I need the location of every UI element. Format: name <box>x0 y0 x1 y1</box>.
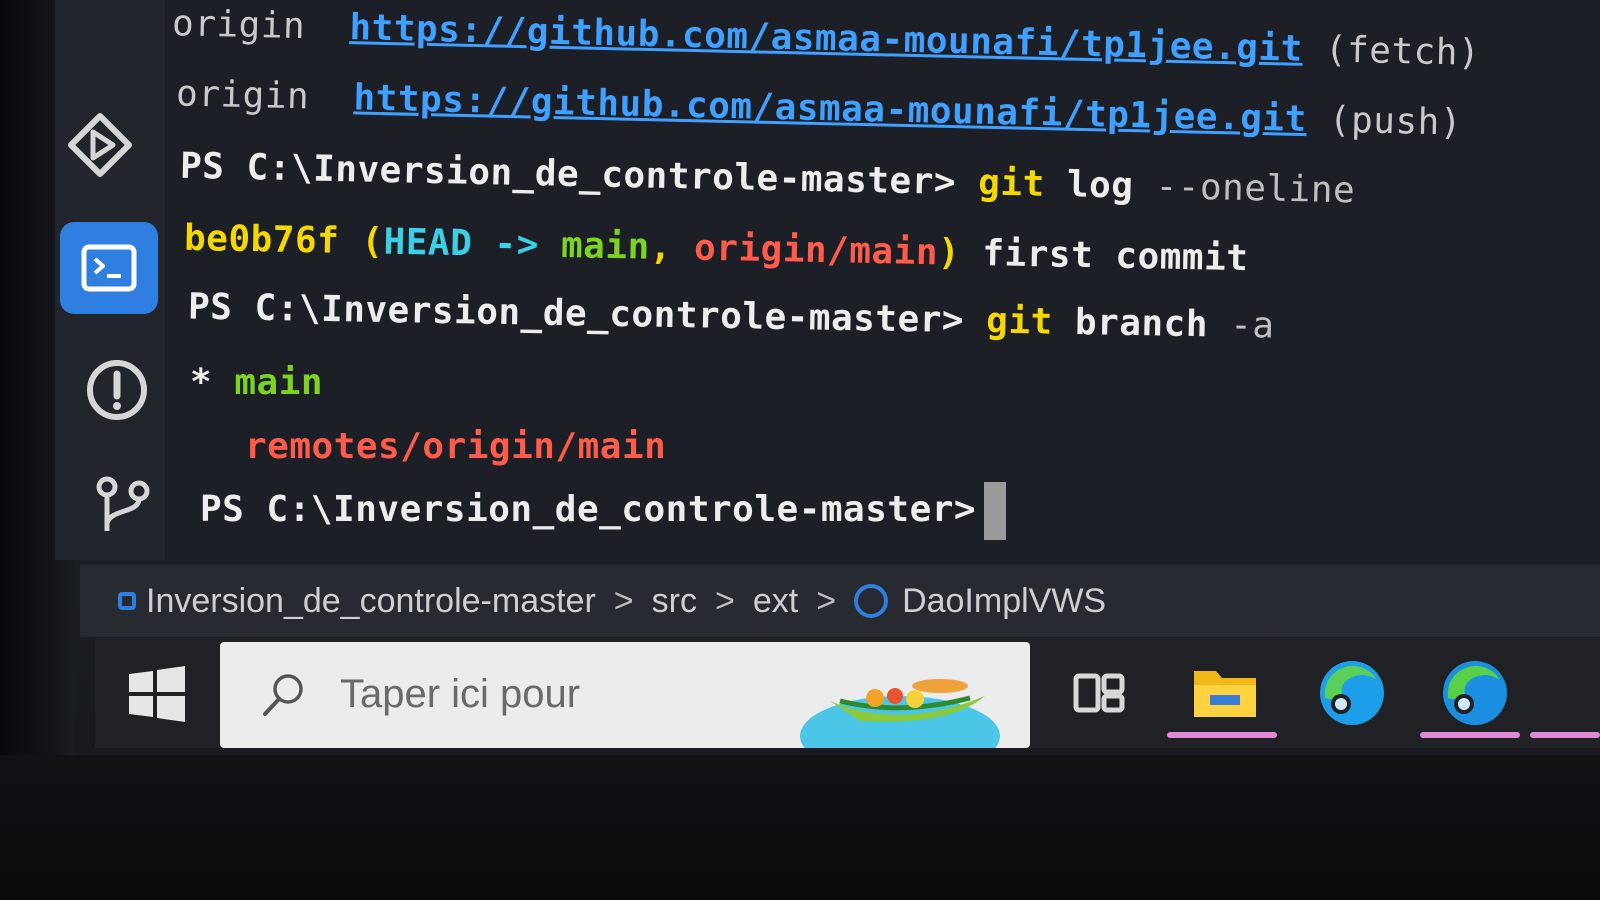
edge-dev-icon[interactable] <box>1430 648 1520 738</box>
local-branch-ref: main <box>560 225 651 268</box>
ref-arrow: -> <box>494 223 540 266</box>
windows-start-icon[interactable] <box>127 666 187 722</box>
edge-icon[interactable] <box>1307 648 1397 738</box>
remote-name: origin <box>171 3 306 48</box>
source-control-icon[interactable] <box>88 470 158 540</box>
ref-open-paren: ( <box>361 221 385 263</box>
command-subcommand: branch <box>1074 302 1209 346</box>
command-argument: --oneline <box>1155 166 1356 212</box>
prompt-current[interactable]: PS C:\Inversion_de_controle-master> <box>200 480 1007 540</box>
branch-remote-line: remotes/origin/main <box>245 426 666 467</box>
breadcrumb-separator: > <box>816 581 837 620</box>
active-app-indicator <box>1530 732 1600 738</box>
task-view-icon[interactable] <box>1057 648 1147 738</box>
breadcrumb-separator: > <box>613 581 634 620</box>
run-debug-icon[interactable] <box>65 110 135 180</box>
ref-comma: , <box>649 226 673 269</box>
monitor-bottom <box>0 755 1600 900</box>
remote-branch-ref: origin/main <box>693 227 939 274</box>
command-argument: -a <box>1229 304 1275 347</box>
head-ref: HEAD <box>383 221 473 265</box>
ref-close-paren: ) <box>937 232 961 274</box>
command-git: git <box>985 300 1054 343</box>
active-app-indicator <box>1167 732 1277 738</box>
shell-prompt: PS C:\Inversion_de_controle-master> <box>200 489 977 530</box>
breadcrumb-item-project[interactable]: Inversion_de_controle-master <box>146 582 596 621</box>
active-app-indicator <box>1420 732 1520 738</box>
remote-name: origin <box>175 73 310 118</box>
breadcrumb-item-ext[interactable]: ext <box>753 582 798 621</box>
current-branch: main <box>234 362 324 403</box>
java-class-icon <box>854 584 889 618</box>
text-cursor <box>984 482 1007 540</box>
search-highlight-illustration <box>800 656 1000 748</box>
search-icon <box>260 672 306 718</box>
folder-icon <box>118 592 136 610</box>
file-explorer-icon[interactable] <box>1180 648 1270 738</box>
terminal-icon[interactable] <box>60 222 158 314</box>
search-placeholder: Taper ici pour <box>340 672 581 716</box>
command-git: git <box>977 162 1046 205</box>
problems-icon[interactable] <box>82 355 152 425</box>
breadcrumb-separator: > <box>714 581 735 620</box>
remote-branch: remotes/origin/main <box>245 426 667 467</box>
taskbar-search-box[interactable]: Taper ici pour <box>220 642 1030 748</box>
windows-taskbar: Taper ici pour <box>95 638 1600 748</box>
breadcrumb-item-src[interactable]: src <box>652 582 697 621</box>
current-branch-marker: * <box>190 362 213 403</box>
remote-type: (fetch) <box>1324 29 1481 74</box>
commit-hash: be0b76f <box>183 217 340 262</box>
remote-type: (push) <box>1328 99 1463 144</box>
commit-message: first commit <box>981 233 1249 280</box>
breadcrumb-item-class[interactable]: DaoImplVWS <box>902 582 1106 621</box>
command-subcommand: log <box>1066 164 1134 207</box>
breadcrumb: Inversion_de_controle-master > src > ext… <box>80 565 1600 637</box>
branch-current-line: * main <box>190 362 323 403</box>
